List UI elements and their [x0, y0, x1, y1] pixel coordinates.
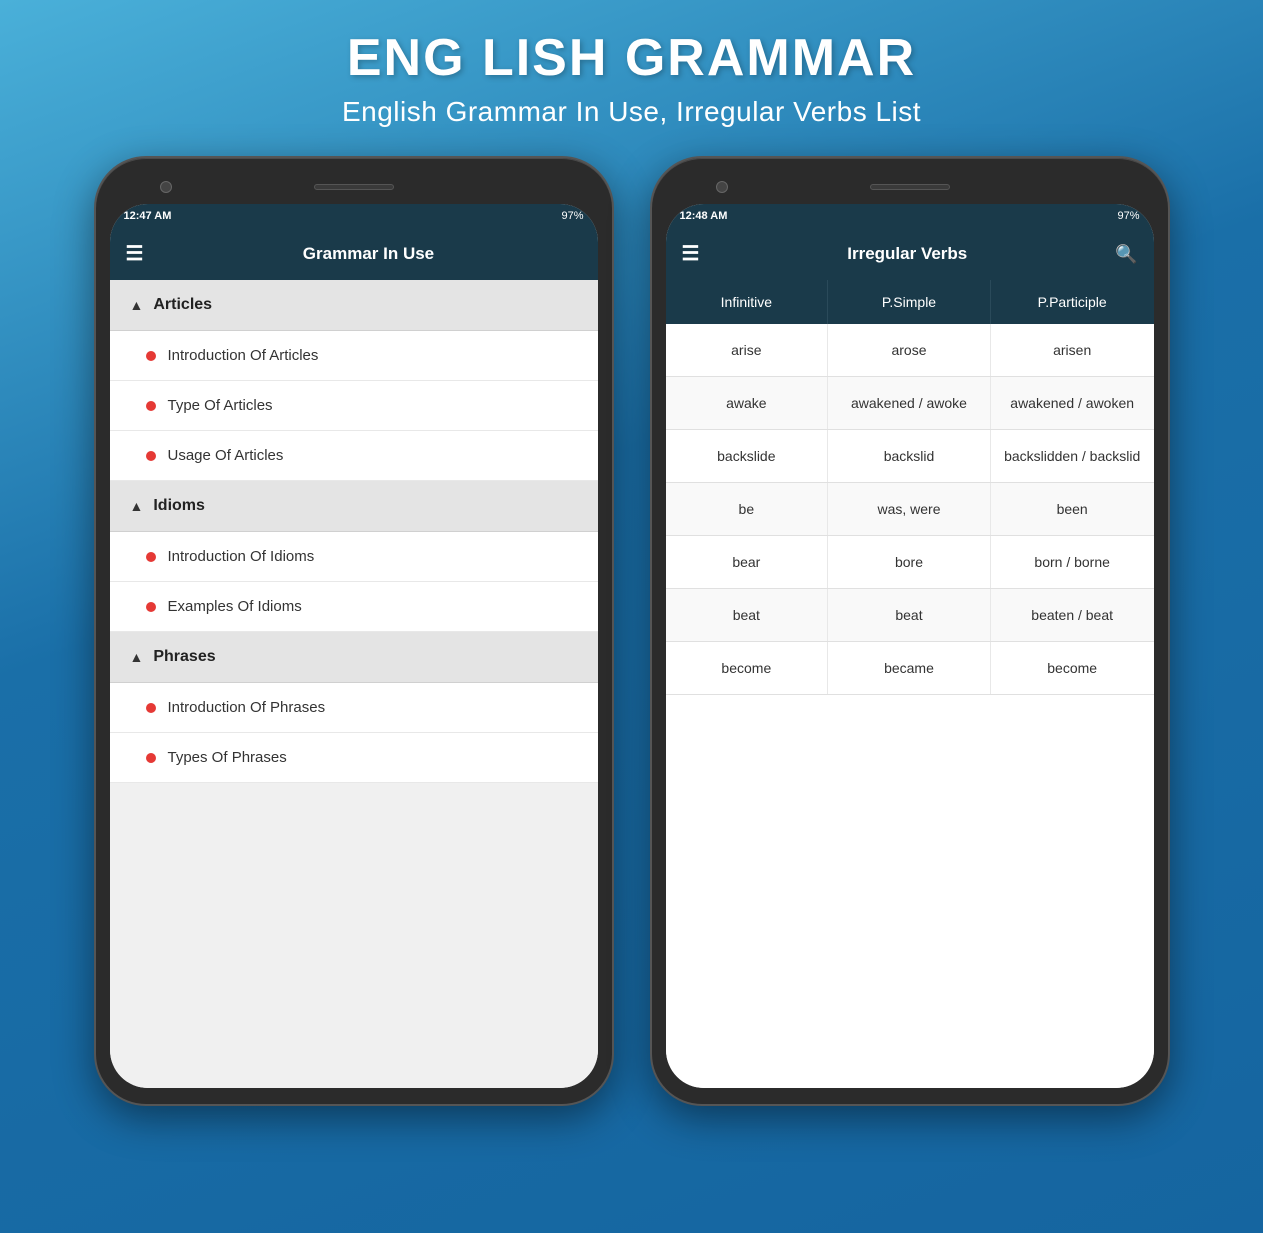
- table-row: arise arose arisen: [666, 324, 1154, 377]
- left-screen: 12:47 AM 97% ☰ Grammar In Use ▲ Articles: [110, 204, 598, 1088]
- list-item[interactable]: Usage Of Articles: [110, 431, 598, 481]
- section-articles[interactable]: ▲ Articles: [110, 280, 598, 331]
- item-label: Introduction Of Phrases: [168, 699, 326, 716]
- table-row: backslide backslid backslidden / backsli…: [666, 430, 1154, 483]
- red-dot-icon: [146, 552, 156, 562]
- list-item[interactable]: Introduction Of Idioms: [110, 532, 598, 582]
- verb-pparticiple: beaten / beat: [991, 589, 1154, 641]
- item-label: Type Of Articles: [168, 397, 273, 414]
- list-item[interactable]: Introduction Of Articles: [110, 331, 598, 381]
- red-dot-icon: [146, 351, 156, 361]
- section-idioms-label: Idioms: [153, 497, 205, 515]
- table-row: become became become: [666, 642, 1154, 695]
- section-phrases-label: Phrases: [153, 648, 215, 666]
- table-row: beat beat beaten / beat: [666, 589, 1154, 642]
- red-dot-icon: [146, 451, 156, 461]
- item-label: Examples Of Idioms: [168, 598, 302, 615]
- right-phone: 12:48 AM 97% ☰ Irregular Verbs 🔍 Infinit…: [650, 156, 1170, 1106]
- red-dot-icon: [146, 602, 156, 612]
- red-dot-icon: [146, 401, 156, 411]
- red-dot-icon: [146, 753, 156, 763]
- main-title: ENG LISH GRAMMAR: [0, 28, 1263, 88]
- red-dot-icon: [146, 703, 156, 713]
- grammar-list: ▲ Articles Introduction Of Articles Type…: [110, 280, 598, 1088]
- list-item[interactable]: Examples Of Idioms: [110, 582, 598, 632]
- item-label: Usage Of Articles: [168, 447, 284, 464]
- speaker-right: [870, 184, 950, 190]
- col-header-infinitive: Infinitive: [666, 280, 829, 324]
- app-bar-title-right: Irregular Verbs: [711, 244, 1103, 264]
- camera-right: [716, 181, 728, 193]
- item-label: Introduction Of Idioms: [168, 548, 315, 565]
- right-screen: 12:48 AM 97% ☰ Irregular Verbs 🔍 Infinit…: [666, 204, 1154, 1088]
- battery-left: 97%: [561, 210, 583, 222]
- camera-left: [160, 181, 172, 193]
- verb-infinitive: beat: [666, 589, 829, 641]
- verb-infinitive: bear: [666, 536, 829, 588]
- app-bar-left: ☰ Grammar In Use: [110, 228, 598, 280]
- verb-pparticiple: been: [991, 483, 1154, 535]
- section-idioms[interactable]: ▲ Idioms: [110, 481, 598, 532]
- list-item[interactable]: Types Of Phrases: [110, 733, 598, 783]
- verb-pparticiple: become: [991, 642, 1154, 694]
- status-bar-right: 12:48 AM 97%: [666, 204, 1154, 228]
- hamburger-icon-right[interactable]: ☰: [682, 244, 700, 264]
- verbs-table-header: Infinitive P.Simple P.Participle: [666, 280, 1154, 324]
- verb-infinitive: be: [666, 483, 829, 535]
- left-phone: 12:47 AM 97% ☰ Grammar In Use ▲ Articles: [94, 156, 614, 1106]
- search-icon[interactable]: 🔍: [1115, 244, 1137, 265]
- table-row: bear bore born / borne: [666, 536, 1154, 589]
- sub-title: English Grammar In Use, Irregular Verbs …: [0, 96, 1263, 128]
- verb-pparticiple: backslidden / backslid: [991, 430, 1154, 482]
- phones-row: 12:47 AM 97% ☰ Grammar In Use ▲ Articles: [0, 156, 1263, 1106]
- speaker-left: [314, 184, 394, 190]
- verb-pparticiple: awakened / awoken: [991, 377, 1154, 429]
- list-item[interactable]: Introduction Of Phrases: [110, 683, 598, 733]
- verb-pparticiple: born / borne: [991, 536, 1154, 588]
- verb-psimple: backslid: [828, 430, 991, 482]
- item-label: Types Of Phrases: [168, 749, 287, 766]
- verb-psimple: arose: [828, 324, 991, 376]
- verb-psimple: became: [828, 642, 991, 694]
- status-right-right: 97%: [1117, 210, 1139, 222]
- list-item[interactable]: Type Of Articles: [110, 381, 598, 431]
- section-phrases[interactable]: ▲ Phrases: [110, 632, 598, 683]
- header-area: ENG LISH GRAMMAR English Grammar In Use,…: [0, 0, 1263, 146]
- verb-pparticiple: arisen: [991, 324, 1154, 376]
- verb-infinitive: arise: [666, 324, 829, 376]
- verb-infinitive: become: [666, 642, 829, 694]
- phone-top-bar-left: [110, 176, 598, 198]
- verb-psimple: was, were: [828, 483, 991, 535]
- table-row: awake awakened / awoke awakened / awoken: [666, 377, 1154, 430]
- verb-psimple: bore: [828, 536, 991, 588]
- verb-psimple: beat: [828, 589, 991, 641]
- battery-right: 97%: [1117, 210, 1139, 222]
- app-bar-right: ☰ Irregular Verbs 🔍: [666, 228, 1154, 280]
- hamburger-icon-left[interactable]: ☰: [126, 244, 144, 264]
- chevron-articles: ▲: [130, 297, 144, 313]
- verb-infinitive: awake: [666, 377, 829, 429]
- item-label: Introduction Of Articles: [168, 347, 319, 364]
- col-header-psimple: P.Simple: [828, 280, 991, 324]
- col-header-pparticiple: P.Participle: [991, 280, 1154, 324]
- section-articles-label: Articles: [153, 296, 212, 314]
- status-time-left: 12:47 AM: [124, 210, 172, 222]
- status-right-left: 97%: [561, 210, 583, 222]
- status-time-right: 12:48 AM: [680, 210, 728, 222]
- phone-top-bar-right: [666, 176, 1154, 198]
- status-bar-left: 12:47 AM 97%: [110, 204, 598, 228]
- chevron-phrases: ▲: [130, 649, 144, 665]
- chevron-idioms: ▲: [130, 498, 144, 514]
- verb-psimple: awakened / awoke: [828, 377, 991, 429]
- table-row: be was, were been: [666, 483, 1154, 536]
- verbs-table: arise arose arisen awake awakened / awok…: [666, 324, 1154, 1088]
- verb-infinitive: backslide: [666, 430, 829, 482]
- app-bar-title-left: Grammar In Use: [155, 244, 581, 264]
